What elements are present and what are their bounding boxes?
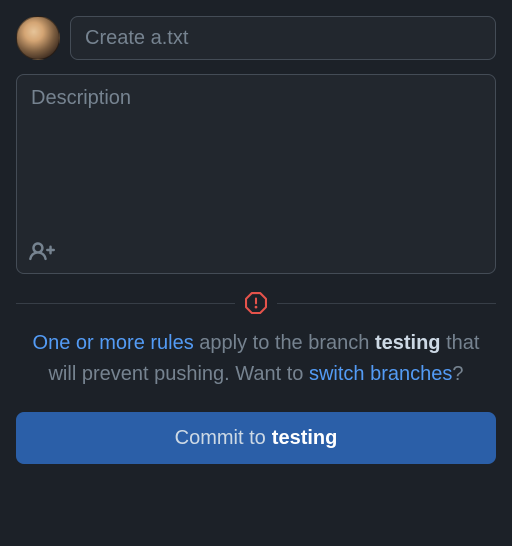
user-avatar[interactable] <box>16 16 60 60</box>
commit-summary-input[interactable] <box>70 16 496 60</box>
person-add-icon <box>29 239 55 265</box>
stop-alert-icon <box>245 292 267 314</box>
description-wrapper <box>16 74 496 274</box>
warning-text-3: ? <box>452 363 463 385</box>
commit-description-input[interactable] <box>16 74 496 274</box>
commit-button-prefix: Commit to <box>175 427 266 450</box>
commit-button[interactable]: Commit to testing <box>16 412 496 464</box>
commit-button-branch: testing <box>272 427 338 450</box>
commit-header-row <box>16 16 496 60</box>
warning-branch-name: testing <box>375 332 441 354</box>
rules-link[interactable]: One or more rules <box>33 332 194 354</box>
switch-branches-link[interactable]: switch branches <box>309 363 452 385</box>
branch-rule-warning: One or more rules apply to the branch te… <box>16 328 496 390</box>
warning-divider <box>16 292 496 314</box>
add-coauthor-button[interactable] <box>28 238 56 266</box>
alert-icon-wrap <box>235 292 277 314</box>
warning-text-1: apply to the branch <box>194 332 375 354</box>
